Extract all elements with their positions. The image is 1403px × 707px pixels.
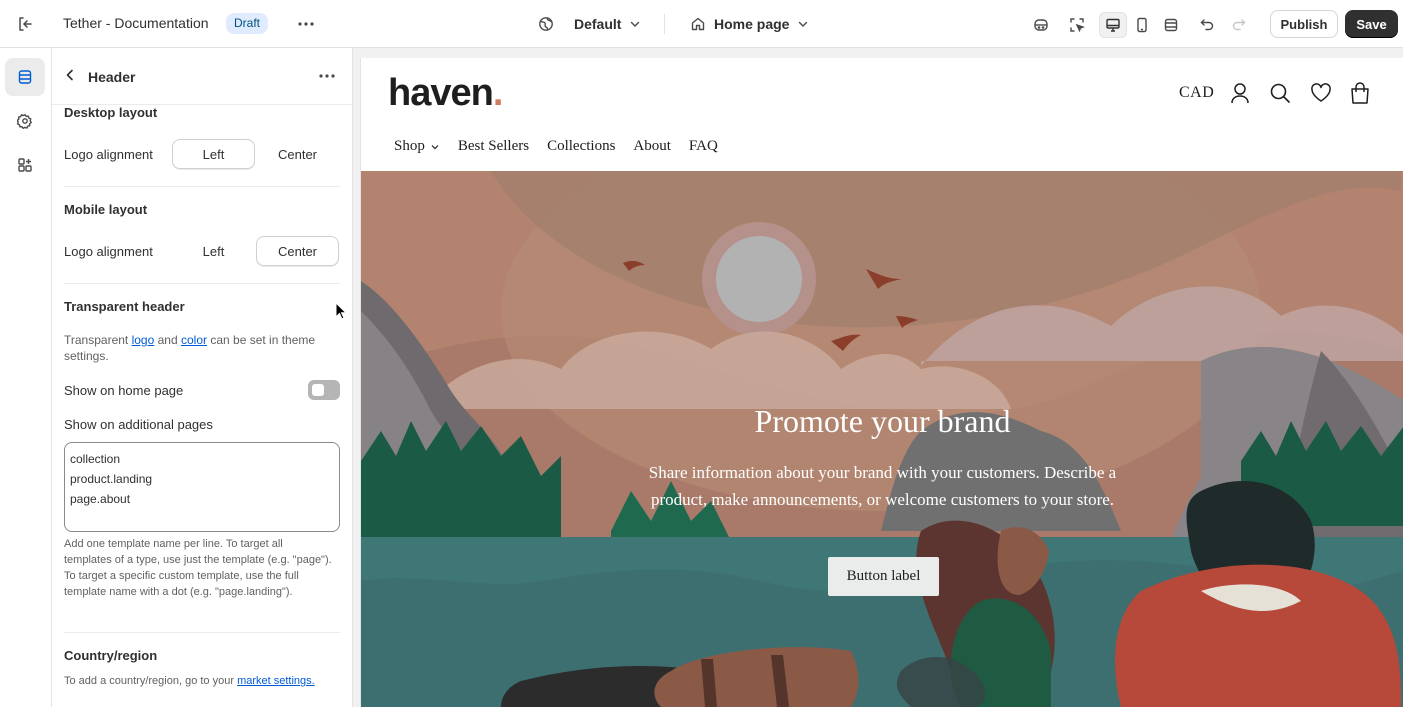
nav-item-best-sellers[interactable]: Best Sellers bbox=[458, 138, 529, 155]
store-navigation: Shop Best Sellers Collections About FAQ bbox=[394, 138, 718, 155]
theme-selector[interactable]: Default bbox=[538, 12, 641, 36]
nav-item-about[interactable]: About bbox=[633, 138, 671, 155]
search-icon[interactable] bbox=[1269, 82, 1291, 104]
market-settings-link[interactable]: market settings. bbox=[237, 675, 315, 687]
divider bbox=[64, 186, 340, 187]
divider bbox=[64, 632, 340, 633]
divider bbox=[64, 283, 340, 284]
show-home-label: Show on home page bbox=[64, 383, 184, 398]
desc-text: and bbox=[154, 333, 181, 347]
top-bar: Tether - Documentation Draft Default Hom… bbox=[0, 0, 1403, 48]
exit-icon[interactable] bbox=[14, 13, 36, 35]
desktop-view-icon[interactable] bbox=[1099, 12, 1127, 38]
color-link[interactable]: color bbox=[181, 333, 207, 347]
wishlist-heart-icon[interactable] bbox=[1310, 82, 1332, 104]
logo-dot: . bbox=[492, 72, 504, 114]
cart-icon[interactable] bbox=[1349, 82, 1371, 104]
toggle-knob bbox=[312, 384, 324, 396]
sections-nav-button[interactable] bbox=[5, 58, 45, 96]
settings-panel: Header Desktop layout Logo alignment Lef… bbox=[52, 48, 353, 707]
inspector-icon[interactable] bbox=[1063, 12, 1091, 38]
status-badge: Draft bbox=[226, 13, 269, 34]
hero-title: Promote your brand bbox=[754, 403, 1011, 439]
mobile-logo-alignment-segmented: Left Center bbox=[172, 236, 339, 266]
desc-text: Transparent bbox=[64, 333, 132, 347]
ai-assistant-icon[interactable] bbox=[1027, 12, 1055, 38]
additional-pages-textarea[interactable]: collection product.landing page.about bbox=[64, 442, 340, 532]
left-rail bbox=[0, 48, 52, 707]
mouse-cursor-icon bbox=[335, 302, 347, 320]
nav-item-shop[interactable]: Shop bbox=[394, 138, 440, 155]
mobile-logo-alignment-label: Logo alignment bbox=[64, 244, 153, 259]
hero-button[interactable]: Button label bbox=[828, 557, 939, 596]
currency-selector[interactable]: CAD bbox=[1179, 84, 1214, 102]
redo-icon[interactable] bbox=[1225, 12, 1253, 38]
store-title: Tether - Documentation bbox=[63, 15, 209, 31]
desktop-logo-alignment-segmented: Left Center bbox=[172, 139, 339, 169]
save-button[interactable]: Save bbox=[1345, 10, 1398, 38]
additional-pages-label: Show on additional pages bbox=[64, 417, 213, 432]
logo-link[interactable]: logo bbox=[132, 333, 155, 347]
mobile-view-icon[interactable] bbox=[1128, 12, 1156, 38]
fullscreen-icon[interactable] bbox=[1157, 12, 1185, 38]
desktop-layout-heading: Desktop layout bbox=[64, 105, 158, 120]
textarea-line: product.landing bbox=[70, 472, 153, 486]
desktop-align-left-option[interactable]: Left bbox=[172, 139, 255, 169]
textarea-line: collection bbox=[70, 452, 121, 466]
sections-icon bbox=[17, 69, 33, 85]
desc-text: To add a country/region, go to your bbox=[64, 675, 238, 687]
theme-settings-nav-button[interactable] bbox=[5, 102, 45, 140]
nav-item-faq[interactable]: FAQ bbox=[689, 138, 718, 155]
store-preview: haven. CAD Shop Best Sellers Collections… bbox=[360, 58, 1403, 707]
transparent-header-heading: Transparent header bbox=[64, 299, 185, 314]
panel-title: Header bbox=[88, 69, 136, 85]
logo-text: haven bbox=[388, 72, 494, 114]
textarea-line: page.about bbox=[70, 492, 131, 506]
nav-item-collections[interactable]: Collections bbox=[547, 138, 615, 155]
theme-label: Default bbox=[574, 16, 622, 32]
gear-icon bbox=[17, 113, 33, 129]
page-label: Home page bbox=[714, 16, 790, 32]
more-actions-icon[interactable] bbox=[316, 67, 338, 85]
show-home-toggle[interactable] bbox=[308, 380, 340, 400]
mobile-layout-heading: Mobile layout bbox=[64, 202, 148, 217]
divider bbox=[664, 14, 665, 34]
chevron-down-icon bbox=[629, 18, 641, 30]
nav-label: Shop bbox=[394, 138, 425, 154]
additional-pages-help: Add one template name per line. To targe… bbox=[64, 538, 332, 598]
undo-icon[interactable] bbox=[1193, 12, 1221, 38]
mobile-align-left-option[interactable]: Left bbox=[172, 236, 255, 266]
country-region-description: To add a country/region, go to your mark… bbox=[64, 673, 344, 689]
store-logo[interactable]: haven. bbox=[388, 72, 504, 115]
back-icon[interactable] bbox=[62, 67, 78, 83]
desktop-logo-alignment-label: Logo alignment bbox=[64, 147, 153, 162]
apps-icon bbox=[17, 157, 33, 173]
publish-button[interactable]: Publish bbox=[1270, 10, 1338, 38]
transparent-header-description: Transparent logo and color can be set in… bbox=[64, 332, 344, 364]
desktop-align-center-option[interactable]: Center bbox=[256, 139, 339, 169]
hero-banner: Promote your brand Share information abo… bbox=[361, 171, 1403, 707]
mobile-align-center-option[interactable]: Center bbox=[256, 236, 339, 266]
account-icon[interactable] bbox=[1229, 82, 1251, 104]
chevron-down-icon bbox=[797, 18, 809, 30]
globe-icon bbox=[538, 16, 554, 32]
page-selector[interactable]: Home page bbox=[690, 12, 809, 36]
country-region-heading: Country/region bbox=[64, 648, 158, 663]
panel-header: Header bbox=[52, 48, 352, 105]
more-actions-icon[interactable] bbox=[296, 14, 316, 34]
chevron-down-icon bbox=[430, 142, 440, 152]
hero-description: Share information about your brand with … bbox=[648, 463, 1117, 509]
apps-nav-button[interactable] bbox=[5, 146, 45, 184]
home-icon bbox=[690, 16, 706, 32]
